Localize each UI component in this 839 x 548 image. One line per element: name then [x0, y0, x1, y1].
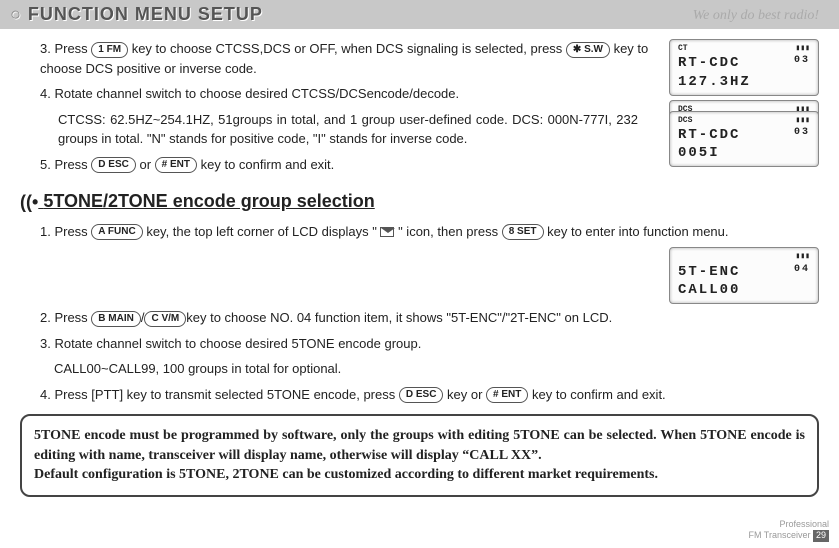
signal-icon: ((•: [20, 189, 38, 216]
page-number: 29: [813, 530, 829, 542]
step-3: 3. Press 1 FM key to choose CTCSS,DCS or…: [40, 39, 659, 78]
key-a-func: A FUNC: [91, 224, 142, 240]
note-box: 5TONE encode must be programmed by softw…: [20, 414, 819, 497]
key-1fm: 1 FM: [91, 42, 128, 58]
key-8-set: 8 SET: [502, 224, 544, 240]
lcd4-line2: CALL00: [678, 281, 810, 299]
lcd-display-1: CT ▮▮▮ RT-CDC 03 127.3HZ: [669, 39, 819, 96]
lcd1-line2: 127.3HZ: [678, 73, 810, 91]
key-hash-ent-2: # ENT: [486, 387, 528, 403]
footer-l1: Professional: [779, 519, 829, 529]
substep-1: 1. Press A FUNC key, the top left corner…: [40, 222, 819, 242]
step-4-line1: 4. Rotate channel switch to choose desir…: [40, 84, 659, 104]
lcd1-line1: RT-CDC 03: [678, 54, 810, 72]
lcd3-line2: 005I: [678, 144, 810, 162]
lcd3-line1: RT-CDC 03: [678, 126, 810, 144]
lcd-display-4: ▮▮▮ 5T-ENC 04 CALL00: [669, 247, 819, 304]
key-d-esc: D ESC: [91, 157, 136, 173]
key-hash-ent: # ENT: [155, 157, 197, 173]
lcd-display-3: DCS ▮▮▮ RT-CDC 03 005I: [669, 111, 819, 168]
step-5: 5. Press D ESC or # ENT key to confirm a…: [40, 155, 659, 175]
lcd4-batt: ▮▮▮: [796, 252, 810, 262]
substep-2: 2. Press B MAIN/C V/Mkey to choose NO. 0…: [40, 308, 660, 328]
slogan-text: We only do best radio!: [693, 8, 819, 24]
lcd3-tag: DCS: [678, 116, 692, 126]
section-subheader: ((• 5TONE/2TONE encode group selection: [20, 188, 819, 216]
key-c-vm: C V/M: [144, 311, 186, 327]
main-content: CT ▮▮▮ RT-CDC 03 127.3HZ 3. Press 1 FM ke…: [0, 29, 839, 497]
header-title: FUNCTION MENU SETUP: [28, 4, 263, 24]
note-line2: Default configuration is 5TONE, 2TONE ca…: [34, 465, 805, 485]
footer-l2: FM Transceiver: [748, 530, 810, 540]
lcd3-batt: ▮▮▮: [796, 116, 810, 126]
substep-4: 4. Press [PTT] key to transmit selected …: [40, 385, 819, 405]
step-4-line2: CTCSS: 62.5HZ~254.1HZ, 51groups in total…: [58, 110, 638, 149]
mail-icon: [380, 227, 394, 237]
lcd4-line1: 5T-ENC 04: [678, 263, 810, 281]
lcd1-batt: ▮▮▮: [796, 44, 810, 54]
key-d-esc-2: D ESC: [399, 387, 444, 403]
key-b-main: B MAIN: [91, 311, 141, 327]
note-line1: 5TONE encode must be programmed by softw…: [34, 426, 805, 465]
page-footer: Professional FM Transceiver 29: [748, 520, 829, 542]
substep-3-line2: CALL00~CALL99, 100 groups in total for o…: [54, 359, 819, 379]
lcd1-tag: CT: [678, 44, 688, 54]
substep-3-line1: 3. Rotate channel switch to choose desir…: [40, 334, 819, 354]
header-bullet: ○: [10, 4, 22, 24]
key-star-sw: ✱ S.W: [566, 42, 610, 58]
